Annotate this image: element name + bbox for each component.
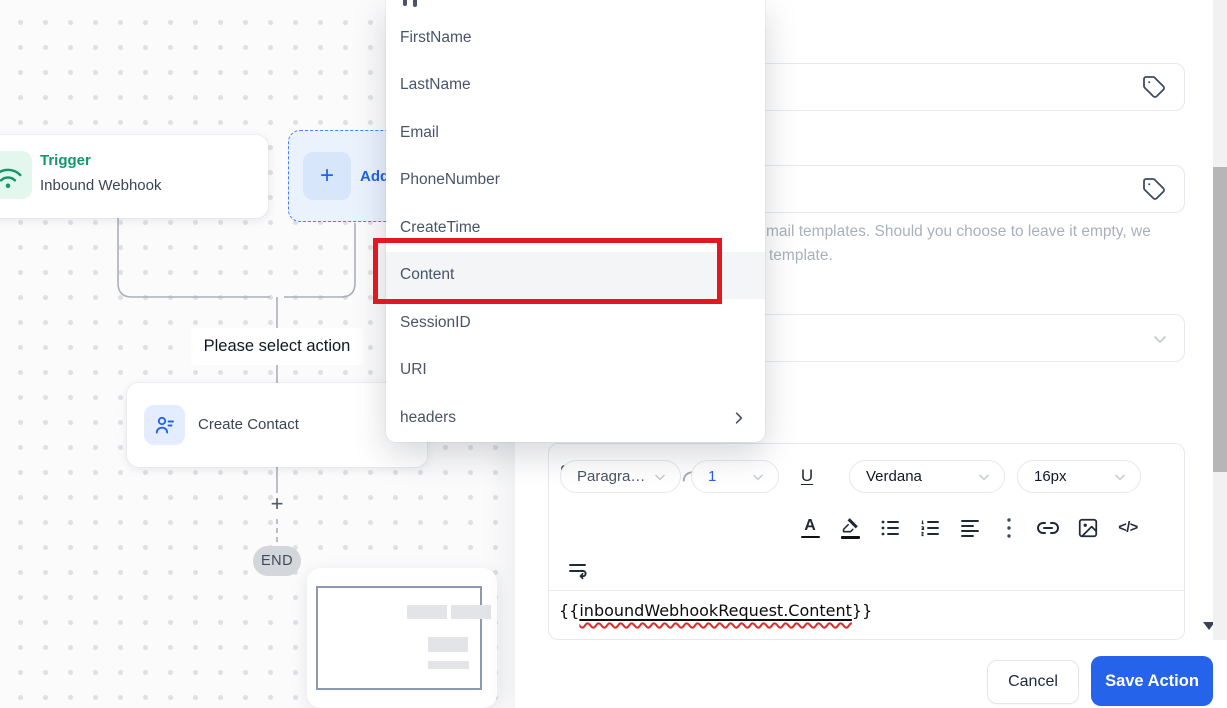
align-left-icon (961, 520, 979, 537)
scrollbar-thumb[interactable] (1213, 167, 1227, 472)
save-action-button[interactable]: Save Action (1091, 656, 1213, 706)
trigger-node-title: Trigger (40, 152, 91, 169)
minimap-block (428, 661, 469, 669)
tag-icon[interactable] (1142, 177, 1166, 201)
chevron-down-icon (979, 474, 989, 480)
more-options-icon (1007, 518, 1011, 538)
dropdown-item-lastname[interactable]: LastName (386, 62, 765, 110)
code-view-button[interactable]: </> (1108, 508, 1148, 548)
highlight-color-button[interactable] (830, 508, 870, 548)
more-options-button[interactable] (990, 508, 1028, 548)
align-button[interactable] (950, 508, 990, 548)
minimap-block (428, 637, 468, 652)
highlighter-icon (842, 518, 858, 533)
text-color-button[interactable]: A (790, 508, 830, 548)
dropdown-item-headers[interactable]: headers (386, 394, 765, 442)
chevron-right-icon (735, 412, 743, 424)
dropdown-item-phonenumber[interactable]: PhoneNumber (386, 157, 765, 205)
create-contact-label: Create Contact (198, 416, 299, 433)
link-icon (1037, 522, 1059, 534)
dropdown-item-email[interactable]: Email (386, 109, 765, 157)
webhook-fields-dropdown: FirstName LastName Email PhoneNumber Cre… (386, 0, 765, 442)
clipped-item-remnant (403, 0, 407, 6)
list-level-select[interactable]: 1 (691, 460, 779, 493)
minimap-block (407, 605, 447, 619)
merge-tag-text: {{inboundWebhookRequest.Content}} (559, 601, 873, 620)
wrap-text-icon (569, 564, 587, 580)
clipped-item-remnant (413, 0, 417, 7)
tag-icon[interactable] (1142, 75, 1166, 99)
minimap-block (451, 605, 491, 619)
image-icon (1078, 518, 1098, 538)
insert-image-button[interactable] (1068, 508, 1108, 548)
numbered-list-button[interactable] (910, 508, 950, 548)
chevron-down-icon (1150, 329, 1170, 349)
dropdown-item-sessionid[interactable]: SessionID (386, 299, 765, 347)
merge-tag-variable[interactable]: inboundWebhookRequest.Content (579, 601, 852, 620)
plus-icon: + (303, 152, 351, 200)
add-button-label: Add (360, 168, 390, 185)
insert-step-plus[interactable]: + (265, 493, 289, 515)
bullet-list-button[interactable] (870, 508, 910, 548)
paragraph-style-select[interactable]: Paragra… (560, 460, 681, 493)
create-contact-node[interactable]: Create Contact (127, 383, 427, 467)
text-wrap-button[interactable] (558, 550, 598, 590)
trigger-node[interactable]: Trigger Inbound Webhook (0, 135, 268, 218)
editor-toolbar: B I U Verdana 16px (549, 444, 1184, 591)
underline-button[interactable]: U (788, 456, 826, 496)
annotation-highlight-box (373, 238, 722, 304)
chevron-down-icon (655, 474, 665, 480)
numbered-list-icon (921, 520, 939, 537)
trigger-node-subtitle: Inbound Webhook (40, 177, 162, 194)
chevron-down-icon (753, 474, 763, 480)
highlight-bar (840, 536, 860, 539)
rich-text-editor: B I U Verdana 16px (548, 443, 1185, 640)
font-size-select[interactable]: 16px (1017, 460, 1141, 493)
dropdown-item-firstname[interactable]: FirstName (386, 14, 765, 62)
chevron-down-icon (1115, 474, 1125, 480)
font-family-select[interactable]: Verdana (849, 460, 1005, 493)
help-text-line1: mail templates. Should you choose to lea… (766, 223, 1151, 240)
workflow-builder-screen: Trigger Inbound Webhook + Add Please sel… (0, 0, 1227, 708)
cancel-button[interactable]: Cancel (987, 660, 1079, 704)
end-badge: END (253, 546, 301, 576)
color-bar (800, 535, 820, 539)
insert-link-button[interactable] (1028, 508, 1068, 548)
bullet-list-icon (881, 520, 899, 536)
help-text-line2: template. (769, 247, 833, 264)
editor-content[interactable]: {{inboundWebhookRequest.Content}} (549, 591, 1184, 641)
action-prompt-label: Please select action (191, 328, 363, 365)
webhook-icon (0, 151, 32, 199)
contact-icon (144, 405, 185, 445)
dropdown-item-uri[interactable]: URI (386, 347, 765, 395)
minimap-preview-card[interactable] (307, 568, 497, 708)
